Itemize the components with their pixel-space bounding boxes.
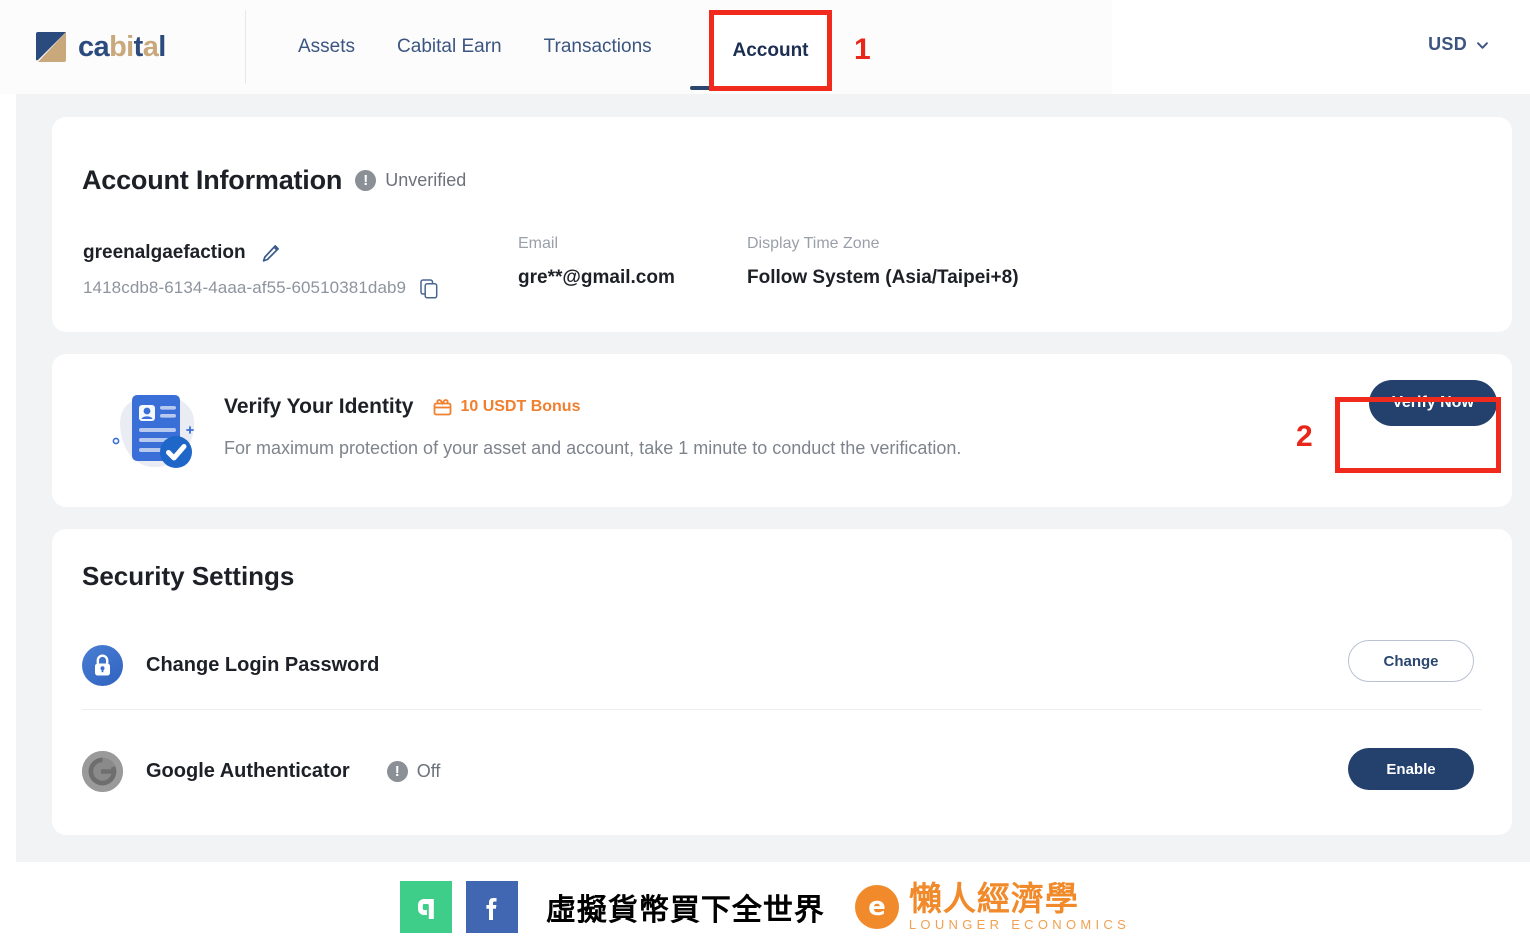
google-authenticator-icon [82, 750, 123, 792]
security-row-label: Change Login Password [146, 653, 380, 676]
brand-text: 懶人經濟學 LOUNGER ECONOMICS [909, 882, 1130, 932]
footer-watermark: 虛擬貨幣買下全世界 e 懶人經濟學 LOUNGER ECONOMICS [0, 862, 1530, 952]
verification-status-badge: ! Unverified [355, 170, 466, 191]
annotation-number-1: 1 [854, 33, 871, 66]
lounger-economics-brand: e 懶人經濟學 LOUNGER ECONOMICS [854, 882, 1130, 932]
verification-status-text: Unverified [385, 170, 467, 190]
timezone-label: Display Time Zone [747, 235, 880, 252]
currency-selector[interactable]: USD [1428, 34, 1488, 55]
line-app-icon[interactable] [399, 881, 452, 933]
copy-icon[interactable] [420, 278, 438, 299]
email-field: Email gre**@gmail.com [518, 235, 675, 289]
cabital-logo[interactable]: cabital [34, 30, 166, 64]
security-settings-card: Security Settings Change Login Password … [52, 529, 1512, 835]
enable-authenticator-button[interactable]: Enable [1348, 748, 1474, 790]
bonus-text: 10 USDT Bonus [460, 398, 581, 415]
header-divider [245, 10, 246, 84]
verify-identity-card: Verify Your Identity 10 USDT Bonus For m… [52, 354, 1512, 507]
cabital-logo-text: cabital [78, 30, 166, 63]
timezone-value: Follow System (Asia/Taipei+8) [747, 267, 1019, 288]
google-authenticator-status: ! Off [386, 760, 441, 782]
verify-now-button[interactable]: Verify Now [1369, 380, 1497, 426]
annotation-number-2: 2 [1296, 420, 1313, 453]
footer-slogan: 虛擬貨幣買下全世界 [545, 893, 825, 928]
verify-identity-description: For maximum protection of your asset and… [224, 438, 962, 458]
username-block: greenalgaefaction 1418cdb8-6134-4aaa-af5… [83, 242, 438, 299]
username-value: greenalgaefaction [83, 242, 246, 263]
cabital-logo-icon [34, 30, 68, 64]
footer-bar: 虛擬貨幣買下全世界 e 懶人經濟學 LOUNGER ECONOMICS [399, 881, 1130, 933]
security-rows-divider [82, 709, 1482, 710]
verify-identity-header: Verify Your Identity 10 USDT Bonus [224, 395, 580, 419]
account-information-header: Account Information ! Unverified [82, 165, 466, 196]
security-row-change-password: Change Login Password Change [52, 633, 1512, 697]
email-value: gre**@gmail.com [518, 267, 675, 288]
username-row: greenalgaefaction [83, 242, 437, 264]
exclamation-circle-icon: ! [386, 760, 408, 782]
currency-value: USD [1428, 34, 1467, 54]
brand-name-en: LOUNGER ECONOMICS [908, 916, 1131, 932]
page-body: Account Information ! Unverified greenal… [16, 94, 1530, 862]
nav-item-cabital-earn[interactable]: Cabital Earn [376, 0, 523, 94]
bonus-badge: 10 USDT Bonus [433, 398, 580, 416]
timezone-field: Display Time Zone Follow System (Asia/Ta… [747, 235, 1019, 289]
exclamation-circle-icon: ! [355, 170, 377, 191]
security-row-google-authenticator: Google Authenticator ! Off Enable [52, 739, 1512, 803]
nav-item-assets[interactable]: Assets [298, 0, 376, 94]
gift-icon [433, 398, 452, 416]
email-label: Email [518, 235, 559, 252]
verify-identity-title: Verify Your Identity [224, 395, 414, 418]
status-text: Off [416, 760, 441, 781]
nav-item-account-highlighted-label[interactable]: Account [714, 15, 827, 86]
lock-icon [82, 644, 123, 686]
security-row-left: Google Authenticator ! Off [82, 739, 440, 803]
security-settings-title: Security Settings [82, 561, 295, 591]
security-row-label: Google Authenticator [146, 759, 350, 782]
facebook-icon[interactable] [465, 881, 518, 933]
account-information-card: Account Information ! Unverified greenal… [52, 117, 1512, 332]
id-card-verified-icon [110, 385, 202, 477]
chevron-down-icon [1476, 39, 1488, 51]
user-id-row: 1418cdb8-6134-4aaa-af55-60510381dab9 [83, 278, 438, 299]
security-row-left: Change Login Password [82, 633, 379, 697]
brand-name-cn: 懶人經濟學 [908, 879, 1079, 919]
nav-item-transactions[interactable]: Transactions [523, 0, 673, 94]
change-password-button[interactable]: Change [1348, 640, 1474, 682]
app-screen: cabital Assets Cabital Earn Transactions… [0, 0, 1530, 952]
lounger-economics-logo-icon: e [854, 884, 899, 929]
user-id-value: 1418cdb8-6134-4aaa-af55-60510381dab9 [83, 278, 407, 297]
page-title: Account Information [82, 165, 343, 195]
pencil-icon[interactable] [261, 244, 280, 263]
